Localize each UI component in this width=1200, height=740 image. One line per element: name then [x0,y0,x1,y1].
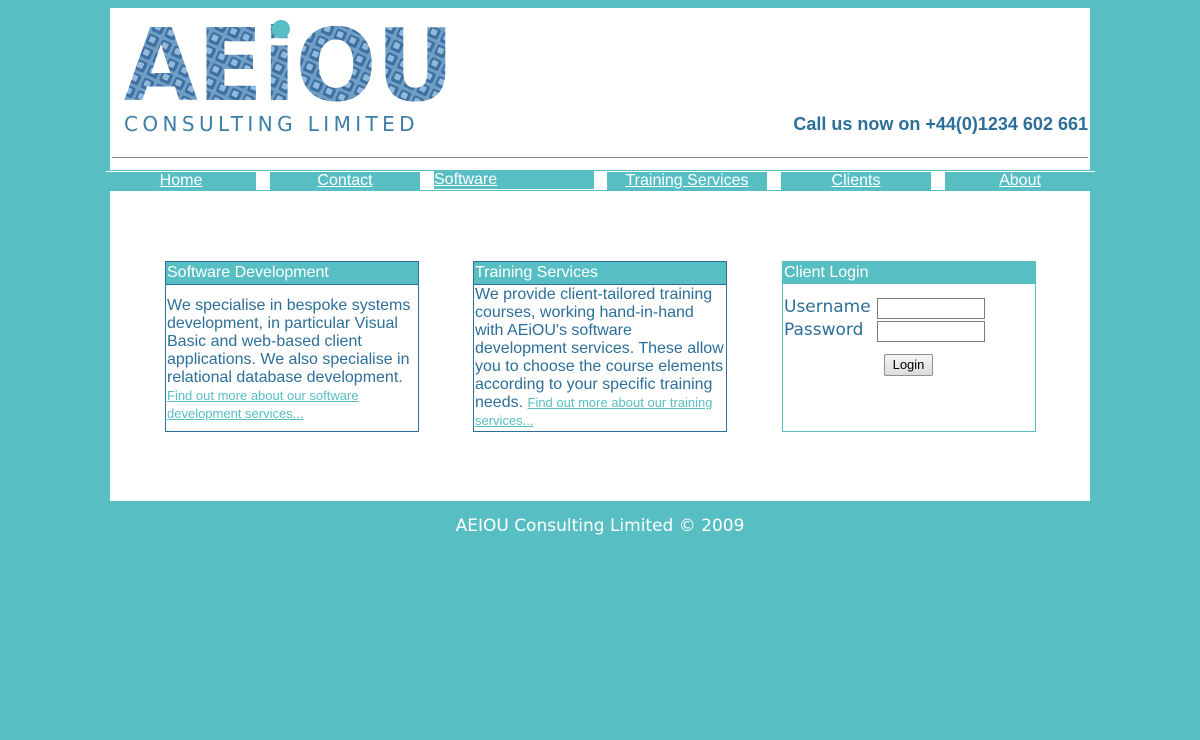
software-panel-title: Software Development [166,262,418,285]
nav-about[interactable]: About [945,172,1095,190]
footer-copyright: AEIOU Consulting Limited © 2009 [455,516,745,536]
client-login-panel: Client Login Username Password Login [782,261,1036,432]
username-input[interactable] [877,298,985,319]
software-more-link[interactable]: Find out more about our software develop… [167,388,359,421]
logo-subtitle: CONSULTING LIMITED [124,112,419,136]
logo-graphic-icon: AEiOU [124,20,454,110]
nav-software[interactable]: Software [434,171,594,189]
phone-number: Call us now on +44(0)1234 602 661 [793,114,1088,134]
password-input[interactable] [877,321,985,342]
password-label: Password [784,320,864,340]
nav-training-services[interactable]: Training Services [607,172,767,190]
training-panel-title: Training Services [474,262,726,285]
header-divider [112,157,1088,158]
nav-clients[interactable]: Clients [781,172,931,190]
nav-contact[interactable]: Contact [270,172,420,190]
username-label: Username [784,297,871,317]
training-services-panel: Training Services We provide client-tail… [473,261,727,432]
training-panel-text: We provide client-tailored training cour… [475,286,724,411]
nav-home[interactable]: Home [106,172,256,190]
software-panel-text: We specialise in bespoke systems develop… [167,297,411,386]
svg-text:AEiOU: AEiOU [124,20,454,110]
login-button[interactable]: Login [884,354,933,376]
login-panel-title: Client Login [783,262,1035,284]
software-development-panel: Software Development We specialise in be… [165,261,419,432]
